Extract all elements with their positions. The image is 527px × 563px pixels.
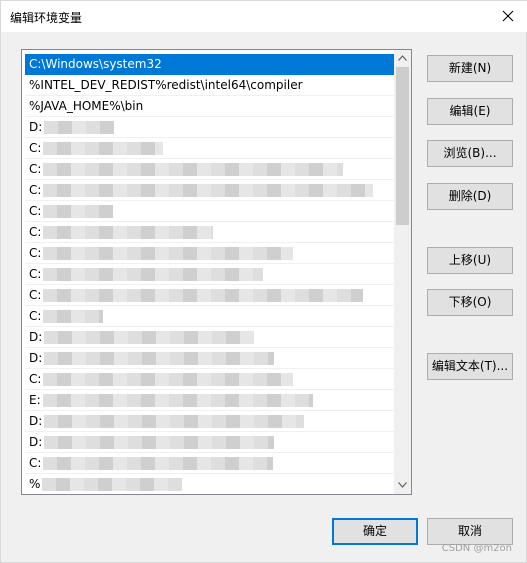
list-item-text: C: <box>29 456 42 470</box>
list-item[interactable]: C: <box>25 159 394 180</box>
redacted-text <box>43 289 364 302</box>
cancel-button[interactable]: 取消 <box>427 518 513 545</box>
list-item[interactable]: C: <box>25 201 394 222</box>
edit-button[interactable]: 编辑(E) <box>427 98 513 125</box>
redacted-text <box>42 394 313 407</box>
close-button[interactable] <box>488 1 527 32</box>
list-item[interactable]: C:\Windows\system32 <box>25 54 394 75</box>
redacted-text <box>42 478 183 491</box>
list-item[interactable]: C: <box>25 243 394 264</box>
list-item-text: C: <box>29 183 42 197</box>
list-item-text: D: <box>29 330 43 344</box>
list-item[interactable]: D: <box>25 348 394 369</box>
list-item-text: D: <box>29 414 43 428</box>
redacted-text <box>44 352 275 365</box>
list-item-text: C: <box>29 204 42 218</box>
edit-text-button[interactable]: 编辑文本(T)... <box>427 353 513 380</box>
redacted-text <box>43 247 294 260</box>
list-item-text: D: <box>29 120 43 134</box>
list-item-text: C: <box>29 162 42 176</box>
new-button[interactable]: 新建(N) <box>427 55 513 82</box>
list-item-text: C: <box>29 267 42 281</box>
list-item[interactable]: D: <box>25 117 394 138</box>
list-item[interactable]: %JAVA_HOME%\bin <box>25 96 394 117</box>
list-item[interactable]: D: <box>25 411 394 432</box>
redacted-text <box>43 163 344 176</box>
list-item[interactable]: E: <box>25 390 394 411</box>
list-item[interactable]: D: <box>25 432 394 453</box>
title-bar: 编辑环境变量 <box>1 1 527 32</box>
redacted-text <box>43 310 104 323</box>
scroll-down-button[interactable] <box>394 477 411 494</box>
list-item[interactable]: C: <box>25 222 394 243</box>
redacted-text <box>44 436 275 449</box>
redacted-text <box>44 415 305 428</box>
edit-env-var-dialog: 编辑环境变量 C:\Windows\system32 %INTEL_DEV_RED… <box>0 0 527 563</box>
list-item[interactable]: D: <box>25 327 394 348</box>
vertical-scrollbar[interactable] <box>394 50 411 494</box>
delete-button[interactable]: 删除(D) <box>427 183 513 210</box>
chevron-up-icon <box>398 55 407 61</box>
close-icon <box>502 10 514 22</box>
list-item[interactable]: C: <box>25 306 394 327</box>
list-item[interactable]: C: <box>25 180 394 201</box>
list-item-text: D: <box>29 435 43 449</box>
list-item-text: C: <box>29 141 42 155</box>
redacted-text <box>43 142 164 155</box>
list-item-text: D: <box>29 351 43 365</box>
redacted-text <box>43 457 274 470</box>
ok-button[interactable]: 确定 <box>332 518 418 545</box>
list-item-text: %JAVA_HOME%\bin <box>29 99 144 113</box>
path-list[interactable]: C:\Windows\system32 %INTEL_DEV_REDIST%red… <box>21 49 412 495</box>
redacted-text <box>43 373 294 386</box>
path-list-rows: C:\Windows\system32 %INTEL_DEV_REDIST%red… <box>25 54 394 494</box>
list-item[interactable]: C: <box>25 369 394 390</box>
browse-button[interactable]: 浏览(B)... <box>427 140 513 167</box>
list-item-text: C: <box>29 288 42 302</box>
window-title: 编辑环境变量 <box>10 11 83 25</box>
redacted-text <box>44 121 115 134</box>
redacted-text <box>44 331 255 344</box>
list-item[interactable]: C: <box>25 264 394 285</box>
redacted-text <box>43 205 114 218</box>
scroll-up-button[interactable] <box>394 50 411 67</box>
list-item[interactable]: C: <box>25 138 394 159</box>
move-up-button[interactable]: 上移(U) <box>427 247 513 274</box>
watermark: CSDN @m2on <box>441 543 512 554</box>
move-down-button[interactable]: 下移(O) <box>427 289 513 316</box>
redacted-text <box>43 268 264 281</box>
list-item-text: C: <box>29 372 42 386</box>
list-item-text: C: <box>29 225 42 239</box>
list-item[interactable]: C: <box>25 285 394 306</box>
list-item-text: % <box>29 477 41 491</box>
chevron-down-icon <box>398 482 407 488</box>
list-item-text: %INTEL_DEV_REDIST%redist\intel64\compile… <box>29 78 303 92</box>
list-item-text: C: <box>29 246 42 260</box>
list-item-text: C: <box>29 309 42 323</box>
redacted-text <box>43 184 374 197</box>
list-item[interactable]: %INTEL_DEV_REDIST%redist\intel64\compile… <box>25 75 394 96</box>
redacted-text <box>43 226 214 239</box>
scrollbar-thumb[interactable] <box>396 67 409 225</box>
list-item[interactable]: C: <box>25 453 394 474</box>
list-item-text: C:\Windows\system32 <box>29 57 162 71</box>
list-item-text: E: <box>29 393 41 407</box>
list-item[interactable]: % <box>25 474 394 494</box>
